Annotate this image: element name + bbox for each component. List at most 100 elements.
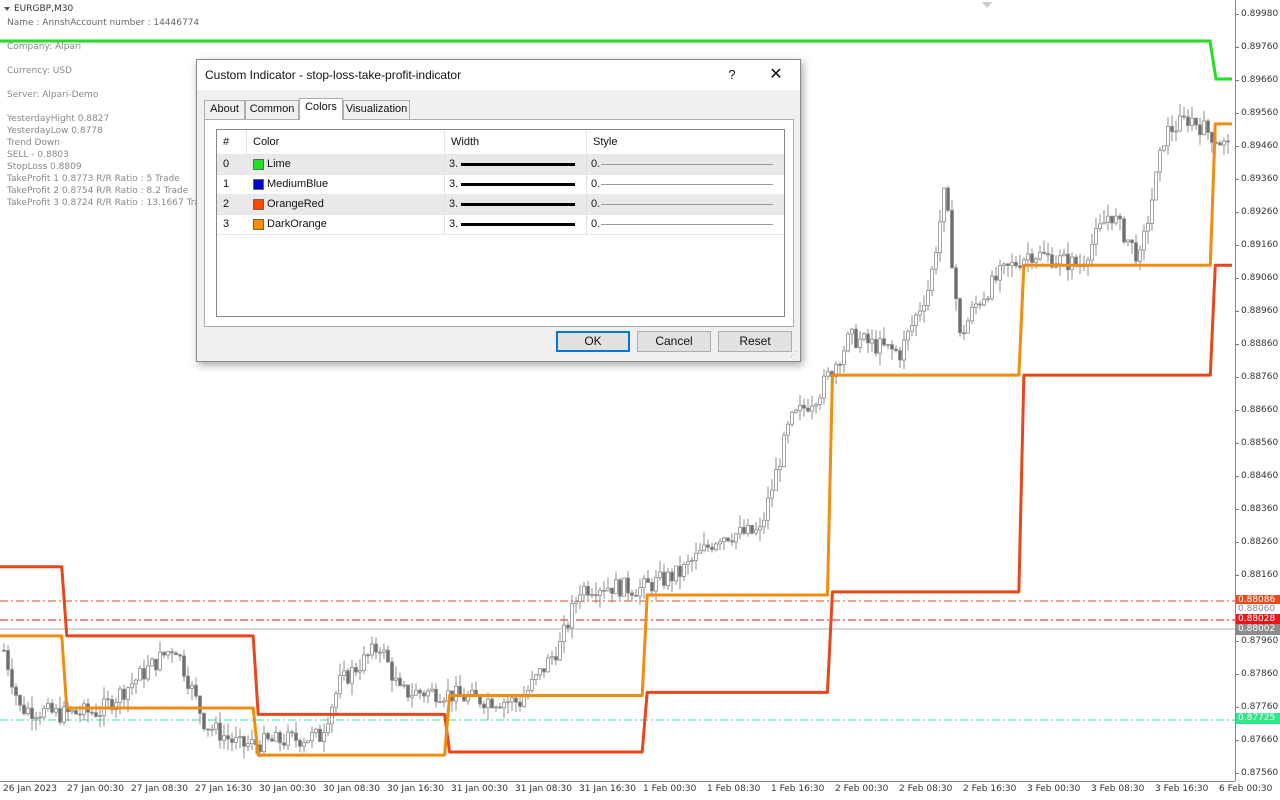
candle-body — [386, 649, 390, 663]
candle-body — [998, 265, 1002, 281]
price-tick-label: 0.88260 — [1235, 537, 1279, 547]
style-cell[interactable]: 0. — [587, 195, 784, 214]
candle-body — [938, 221, 942, 253]
column-header-index[interactable]: # — [217, 130, 247, 155]
candle-body — [626, 577, 630, 594]
candle-body — [930, 268, 934, 291]
column-header-width[interactable]: Width — [445, 130, 587, 155]
table-row[interactable]: 3 DarkOrange 3. 0. — [217, 215, 784, 235]
candle-body — [994, 275, 998, 281]
candle-body — [370, 643, 374, 656]
help-button[interactable]: ? — [717, 64, 747, 86]
candle-body — [678, 565, 682, 577]
candle-body — [1014, 262, 1018, 267]
candle-body — [782, 434, 786, 467]
candle-body — [1202, 120, 1206, 136]
candle-body — [726, 537, 730, 542]
candle-body — [814, 404, 818, 407]
shift-marker-icon[interactable] — [982, 2, 992, 8]
price-axis[interactable]: 0.89980 0.89760 0.89660 0.89560 0.89460 0.893… — [1235, 0, 1280, 781]
candle-body — [142, 668, 146, 680]
candle-body — [858, 338, 862, 348]
candle-body — [1098, 223, 1102, 229]
reset-button[interactable]: Reset — [718, 331, 792, 352]
candle-body — [1030, 253, 1034, 263]
color-cell[interactable]: DarkOrange — [247, 215, 445, 234]
ok-button[interactable]: OK — [556, 331, 630, 352]
candle-body — [758, 526, 762, 531]
candle-body — [818, 397, 822, 405]
table-row[interactable]: 2 OrangeRed 3. 0. — [217, 195, 784, 215]
candle-body — [282, 742, 286, 746]
tab-visualization[interactable]: Visualization — [343, 100, 410, 119]
candle-body — [706, 544, 710, 548]
candle-body — [42, 708, 46, 718]
width-cell[interactable]: 3. — [445, 175, 587, 194]
tab-common[interactable]: Common — [245, 100, 299, 119]
candle-body — [810, 405, 814, 412]
candle-body — [166, 651, 170, 656]
candle-body — [622, 577, 626, 597]
candle-body — [382, 649, 386, 653]
candle-body — [1154, 171, 1158, 201]
dropdown-triangle-icon[interactable] — [4, 6, 10, 11]
candle-body — [1002, 263, 1006, 266]
candle-body — [842, 350, 846, 366]
candle-body — [374, 643, 378, 653]
column-header-color[interactable]: Color — [247, 130, 445, 155]
style-cell[interactable]: 0. — [587, 175, 784, 194]
candle-body — [150, 658, 154, 667]
column-header-style[interactable]: Style — [587, 130, 784, 155]
candle-body — [22, 704, 26, 715]
width-cell[interactable]: 3. — [445, 155, 587, 174]
dialog-titlebar[interactable]: Custom Indicator - stop-loss-take-profit… — [197, 60, 800, 90]
color-cell[interactable]: Lime — [247, 155, 445, 174]
table-row[interactable]: 0 Lime 3. 0. — [217, 155, 784, 175]
candle-body — [970, 306, 974, 322]
close-icon[interactable]: ✕ — [761, 64, 791, 86]
tab-about[interactable]: About — [204, 100, 245, 119]
candle-body — [334, 693, 338, 708]
time-tick-label: 31 Jan 16:30 — [579, 784, 636, 794]
color-cell[interactable]: OrangeRed — [247, 195, 445, 214]
time-tick-label: 2 Feb 00:30 — [835, 784, 889, 794]
candle-body — [78, 713, 82, 716]
time-tick-label: 27 Jan 00:30 — [67, 784, 124, 794]
color-swatch — [253, 199, 264, 210]
price-tick-label: 0.89260 — [1235, 207, 1279, 217]
candle-body — [978, 303, 982, 306]
row-index: 2 — [223, 198, 230, 210]
candle-body — [986, 298, 990, 301]
candle-body — [954, 267, 958, 300]
candle-body — [870, 339, 874, 344]
table-row[interactable]: 1 MediumBlue 3. 0. — [217, 175, 784, 195]
style-cell[interactable]: 0. — [587, 215, 784, 234]
width-cell[interactable]: 3. — [445, 195, 587, 214]
tab-colors[interactable]: Colors — [299, 98, 343, 120]
candle-body — [1106, 215, 1110, 223]
price-tick-label: 0.88360 — [1235, 504, 1279, 514]
candle-body — [2, 649, 6, 652]
candle-body — [1070, 256, 1074, 271]
candle-body — [390, 661, 394, 681]
candle-body — [178, 654, 182, 657]
style-cell[interactable]: 0. — [587, 155, 784, 174]
color-name: MediumBlue — [267, 178, 329, 190]
candle-body — [118, 688, 122, 703]
candle-body — [974, 303, 978, 308]
candle-body — [654, 577, 658, 592]
color-swatch — [253, 159, 264, 170]
width-cell[interactable]: 3. — [445, 215, 587, 234]
candle-body — [1058, 255, 1062, 265]
candle-body — [350, 667, 354, 684]
cancel-button[interactable]: Cancel — [637, 331, 711, 352]
candle-body — [958, 298, 962, 334]
candle-body — [914, 314, 918, 326]
time-tick-label: 2 Feb 08:30 — [899, 784, 953, 794]
candle-body — [686, 561, 690, 565]
time-axis[interactable]: 26 Jan 2023 27 Jan 00:30 27 Jan 08:30 27 Ja… — [0, 781, 1272, 800]
resize-grip-icon[interactable]: ⋰ — [790, 350, 798, 359]
candle-body — [18, 694, 22, 706]
color-swatch — [253, 219, 264, 230]
color-cell[interactable]: MediumBlue — [247, 175, 445, 194]
